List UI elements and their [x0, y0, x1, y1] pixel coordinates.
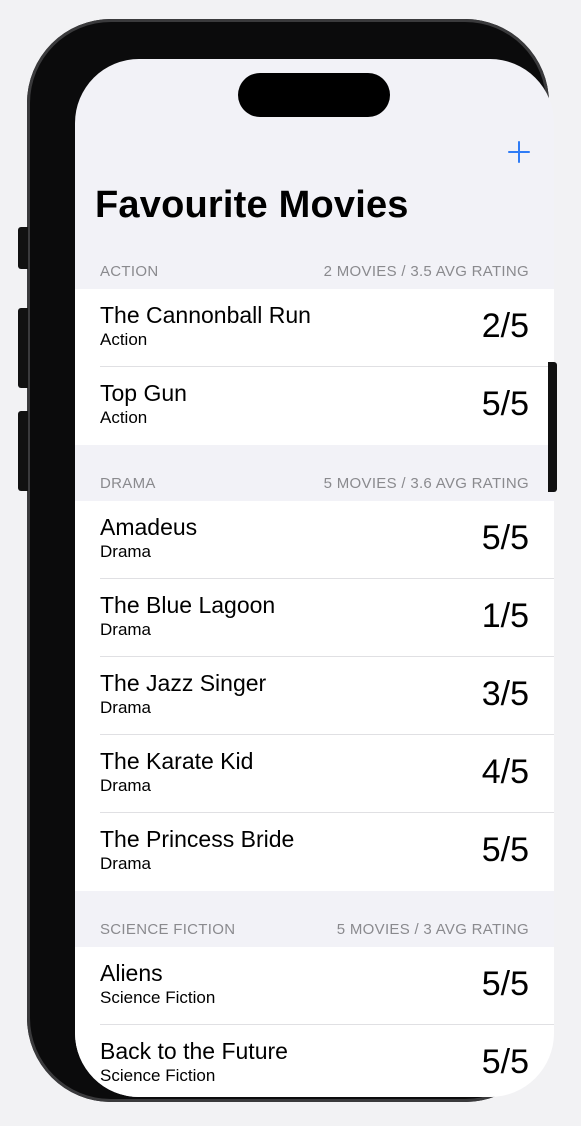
list-item[interactable]: Amadeus Drama 5/5: [75, 501, 554, 579]
screen: Favourite Movies ACTION 2 MOVIES / 3.5 A…: [75, 59, 554, 1097]
movie-title: Top Gun: [100, 380, 187, 406]
section-title: DRAMA: [100, 475, 156, 492]
movie-rating: 5/5: [481, 965, 529, 1003]
section-header: DRAMA 5 MOVIES / 3.6 AVG RATING: [75, 461, 554, 501]
movie-rating: 5/5: [481, 385, 529, 423]
list-item[interactable]: Top Gun Action 5/5: [75, 367, 554, 445]
movie-rating: 4/5: [481, 753, 529, 791]
movie-list[interactable]: ACTION 2 MOVIES / 3.5 AVG RATING The Can…: [75, 249, 554, 1097]
movie-genre: Action: [100, 408, 148, 427]
list-item[interactable]: Aliens Science Fiction 5/5: [75, 947, 554, 1025]
list-item[interactable]: The Jazz Singer Drama 3/5: [75, 657, 554, 735]
movie-title: The Blue Lagoon: [100, 592, 276, 618]
section-header: SCIENCE FICTION 5 MOVIES / 3 AVG RATING: [75, 907, 554, 947]
movie-rating: 2/5: [481, 307, 529, 345]
side-button: [548, 362, 557, 492]
list-item[interactable]: The Princess Bride Drama 5/5: [75, 813, 554, 891]
section-summary: 2 MOVIES / 3.5 AVG RATING: [323, 263, 529, 280]
movie-rating: 5/5: [481, 831, 529, 869]
movie-genre: Drama: [100, 542, 152, 561]
section-science-fiction: SCIENCE FICTION 5 MOVIES / 3 AVG RATING …: [75, 907, 554, 1097]
movie-title: The Cannonball Run: [100, 302, 311, 328]
movie-genre: Drama: [100, 620, 152, 639]
movie-title: The Jazz Singer: [100, 670, 267, 696]
movie-title: Aliens: [100, 960, 163, 986]
movie-rating: 5/5: [481, 519, 529, 557]
movie-genre: Science Fiction: [100, 988, 216, 1007]
phone-frame: Favourite Movies ACTION 2 MOVIES / 3.5 A…: [27, 19, 554, 1102]
list-item[interactable]: The Karate Kid Drama 4/5: [75, 735, 554, 813]
movie-title: Back to the Future: [100, 1038, 288, 1064]
add-movie-button[interactable]: [506, 139, 532, 165]
section-title: SCIENCE FICTION: [100, 921, 236, 938]
section-header: ACTION 2 MOVIES / 3.5 AVG RATING: [75, 249, 554, 289]
movie-genre: Drama: [100, 698, 152, 717]
list-item[interactable]: The Blue Lagoon Drama 1/5: [75, 579, 554, 657]
volume-down-button: [18, 411, 28, 491]
movie-rating: 3/5: [481, 675, 529, 713]
movie-genre: Drama: [100, 854, 152, 873]
movie-rating: 5/5: [481, 1043, 529, 1081]
action-button: [18, 227, 28, 269]
movie-title: The Karate Kid: [100, 748, 254, 774]
movie-genre: Science Fiction: [100, 1066, 216, 1085]
movie-rating: 1/5: [481, 597, 529, 635]
volume-up-button: [18, 308, 28, 388]
section-summary: 5 MOVIES / 3.6 AVG RATING: [323, 475, 529, 492]
movie-title: The Princess Bride: [100, 826, 295, 852]
page-title: Favourite Movies: [95, 184, 409, 226]
list-item[interactable]: The Cannonball Run Action 2/5: [75, 289, 554, 367]
section-action: ACTION 2 MOVIES / 3.5 AVG RATING The Can…: [75, 249, 554, 445]
dynamic-island: [238, 73, 390, 117]
section-drama: DRAMA 5 MOVIES / 3.6 AVG RATING Amadeus …: [75, 461, 554, 891]
movie-genre: Drama: [100, 776, 152, 795]
section-summary: 5 MOVIES / 3 AVG RATING: [336, 921, 529, 938]
section-title: ACTION: [100, 263, 159, 280]
movie-title: Amadeus: [100, 514, 198, 540]
list-item[interactable]: Back to the Future Science Fiction 5/5: [75, 1025, 554, 1097]
movie-genre: Action: [100, 330, 148, 349]
